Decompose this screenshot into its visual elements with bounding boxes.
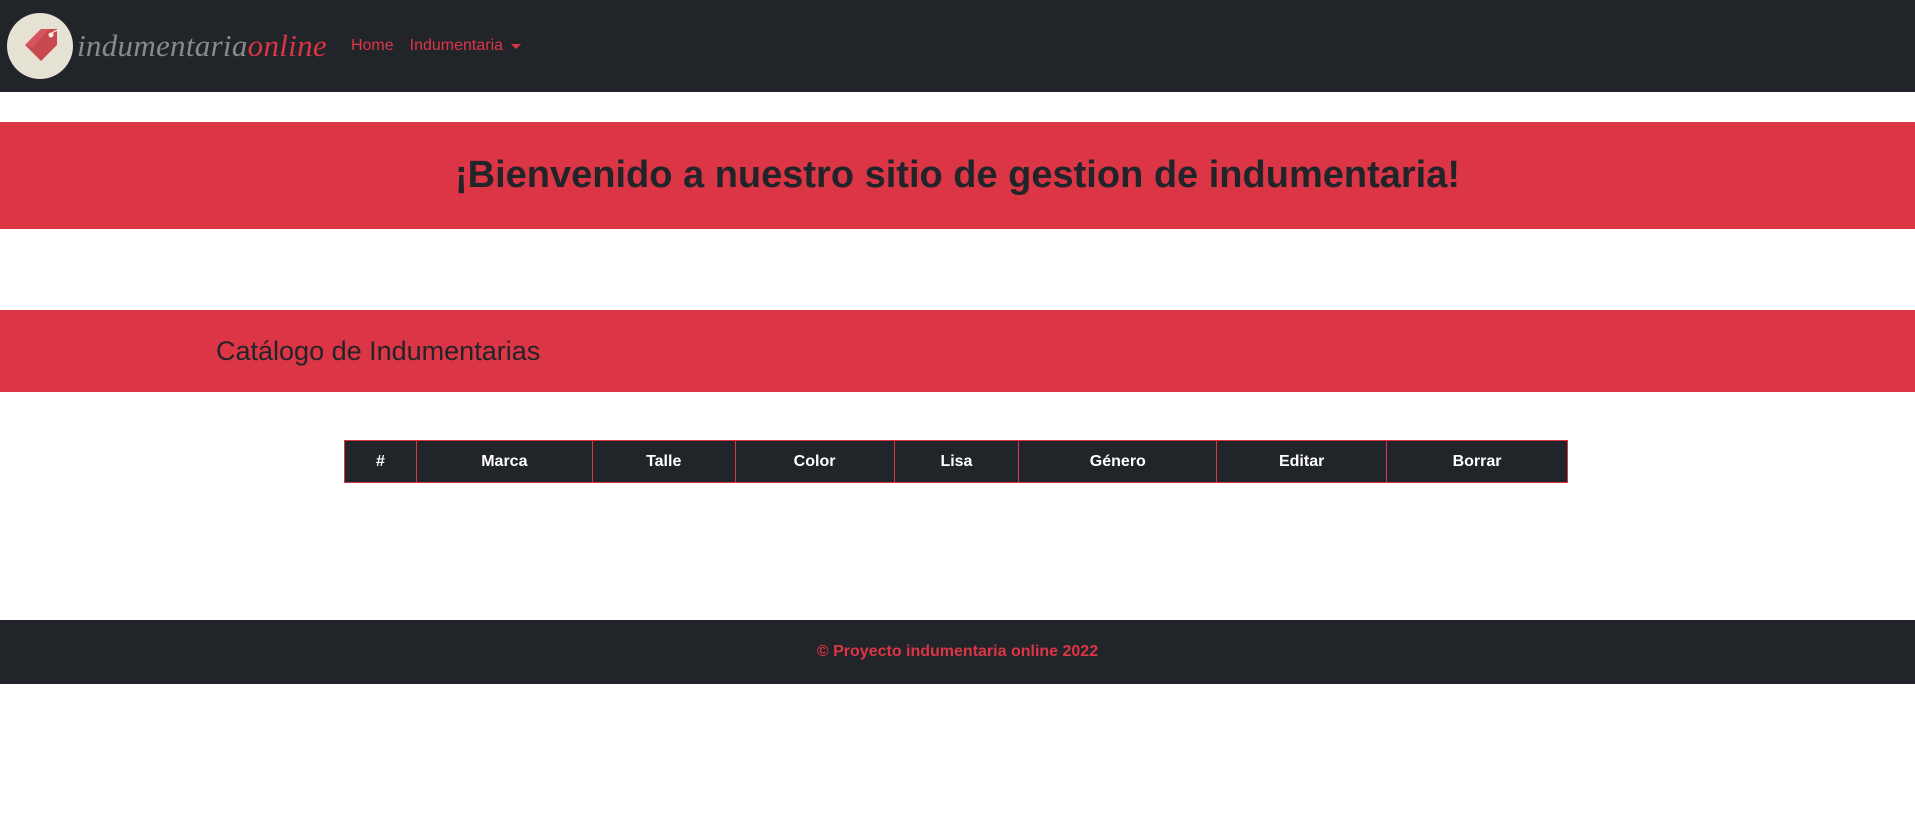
column-header-color: Color (734, 440, 895, 483)
hero-title: ¡Bienvenido a nuestro sitio de gestion d… (454, 154, 1460, 196)
column-header-editar: Editar (1216, 440, 1388, 483)
navbar: indumentariaonline Home Indumentaria (0, 0, 1915, 92)
column-header-genero: Género (1018, 440, 1218, 483)
footer-text: © Proyecto indumentaria online 2022 (816, 643, 1099, 660)
section-title: Catálogo de Indumentarias (216, 335, 541, 366)
price-tag-icon (25, 29, 60, 61)
brand-name-part1: indumentaria (77, 28, 248, 63)
table-header-row: # Marca Talle Color Lisa Género Editar B… (344, 440, 1568, 483)
column-header-number: # (344, 440, 417, 483)
brand-name: indumentariaonline (77, 28, 327, 64)
chevron-down-icon (511, 43, 522, 49)
brand-logo (7, 13, 73, 79)
brand-name-part2: online (247, 28, 327, 63)
column-header-talle: Talle (591, 440, 736, 483)
column-header-borrar: Borrar (1386, 440, 1568, 483)
footer: © Proyecto indumentaria online 2022 (0, 620, 1915, 684)
catalog-table-container: # Marca Talle Color Lisa Género Editar B… (344, 440, 1568, 483)
nav-item-indumentaria-dropdown[interactable]: Indumentaria (409, 37, 522, 55)
nav-links: Home Indumentaria (351, 37, 537, 55)
section-header: Catálogo de Indumentarias (0, 310, 1915, 392)
column-header-marca: Marca (415, 440, 593, 483)
hero-banner: ¡Bienvenido a nuestro sitio de gestion d… (0, 122, 1915, 229)
brand-link[interactable]: indumentariaonline (7, 13, 327, 79)
nav-item-indumentaria-label: Indumentaria (409, 37, 504, 54)
nav-item-home-label: Home (350, 37, 394, 54)
catalog-table: # Marca Talle Color Lisa Género Editar B… (344, 440, 1568, 483)
nav-item-home[interactable]: Home (351, 37, 394, 55)
column-header-lisa: Lisa (893, 440, 1020, 483)
